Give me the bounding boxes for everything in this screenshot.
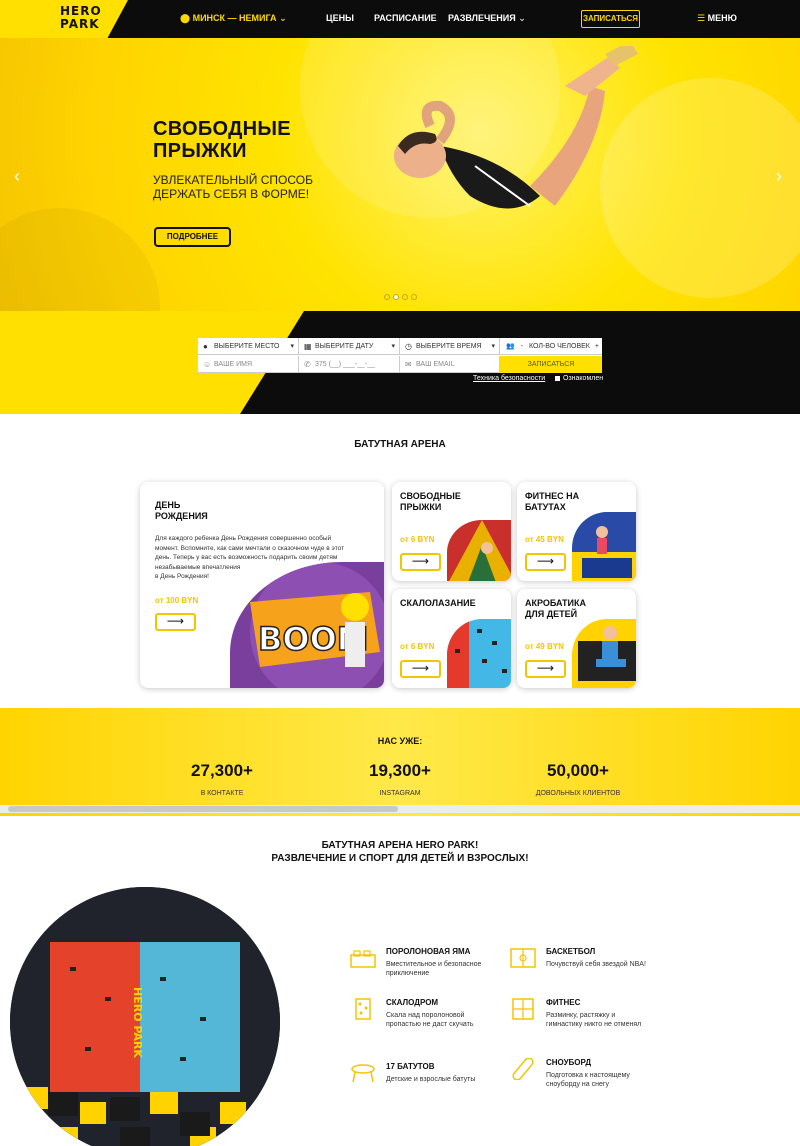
booking-form: ● ВЫБЕРИТЕ МЕСТО ▾ ▦ ВЫБЕРИТЕ ДАТУ ▾ ◷ В…: [198, 338, 602, 373]
safety-link[interactable]: Техника безопасности: [473, 375, 545, 382]
card-price: от 49 BYN: [525, 642, 564, 651]
slider-dots: [384, 294, 417, 300]
stat-instagram-count: 19,300+: [369, 761, 431, 780]
slider-dot-4[interactable]: [411, 294, 417, 300]
fitness-photo: [572, 512, 636, 581]
stat-clients-count: 50,000+: [547, 761, 609, 780]
card-free-jump[interactable]: СВОБОДНЫЕ ПРЫЖКИ от 6 BYN ⟶: [392, 482, 511, 581]
chevron-down-icon: ⌄: [518, 13, 526, 23]
climbing-wall-icon: [355, 998, 371, 1020]
time-select[interactable]: ◷ ВЫБЕРИТЕ ВРЕМЯ ▾: [400, 338, 500, 355]
checkbox-icon: [555, 375, 560, 381]
jumper-photo: [394, 46, 638, 209]
card-arrow-button[interactable]: ⟶: [400, 660, 441, 678]
chevron-down-icon: ▾: [491, 343, 495, 350]
stat-vk-label: В КОНТАКТЕ: [200, 790, 244, 797]
card-birthday[interactable]: ДЕНЬ РОЖДЕНИЯ Для каждого ребенка День Р…: [140, 482, 384, 688]
arena-photo: HERO PARK: [10, 887, 280, 1146]
hamburger-icon: ☰: [697, 13, 706, 23]
hero-decor: [0, 208, 160, 311]
slider-dot-2[interactable]: [393, 294, 399, 300]
site-header: HERO PARK ⬤ МИНСК — НЕМИГА ⌄ ЦЕНЫ РАСПИС…: [0, 0, 800, 38]
more-button[interactable]: ПОДРОБНЕЕ: [154, 227, 231, 247]
foam-pit-icon: [350, 950, 376, 968]
slider-dot-3[interactable]: [402, 294, 408, 300]
scrollbar-thumb[interactable]: [8, 806, 398, 812]
horizontal-scrollbar[interactable]: [0, 805, 800, 813]
card-acrobatics[interactable]: АКРОБАТИКА ДЛЯ ДЕТЕЙ от 49 BYN ⟶: [517, 589, 636, 688]
stat-instagram-label: INSTAGRAM: [379, 790, 421, 797]
phone-icon: ✆: [304, 360, 311, 369]
climbing-photo: [447, 619, 511, 688]
card-climbing[interactable]: СКАЛОЛАЗАНИЕ от 6 BYN ⟶: [392, 589, 511, 688]
basketball-court-icon: [510, 948, 536, 968]
people-plus-button[interactable]: +: [595, 343, 599, 350]
slider-prev-arrow[interactable]: ‹: [14, 166, 20, 187]
nav-entertainment[interactable]: РАЗВЛЕЧЕНИЯ ⌄: [448, 13, 526, 24]
arena-title: БАТУТНАЯ АРЕНА: [354, 439, 446, 450]
people-minus-button[interactable]: -: [521, 343, 523, 350]
hero-subtitle: УВЛЕКАТЕЛЬНЫЙ СПОСОБ ДЕРЖАТЬ СЕБЯ В ФОРМ…: [153, 173, 313, 201]
about-title: БАТУТНАЯ АРЕНА HERO PARK! РАЗВЛЕЧЕНИЕ И …: [271, 840, 529, 864]
signup-button[interactable]: ЗАПИСАТЬСЯ: [581, 10, 640, 28]
chevron-down-icon: ▾: [391, 343, 395, 350]
mail-icon: ✉: [405, 360, 412, 369]
nav-prices[interactable]: ЦЕНЫ: [326, 13, 354, 23]
wall-text: HERO PARK: [131, 987, 144, 1058]
card-arrow-button[interactable]: ⟶: [525, 553, 566, 571]
menu-button[interactable]: ☰ МЕНЮ: [697, 13, 737, 24]
card-arrow-button[interactable]: ⟶: [400, 553, 441, 571]
chevron-down-icon: ▾: [290, 343, 294, 350]
name-field[interactable]: ☺ ВАШЕ ИМЯ: [198, 356, 299, 373]
trampoline-icon: [351, 1064, 375, 1083]
card-arrow-button[interactable]: ⟶: [525, 660, 566, 678]
fitness-mat-icon: [512, 998, 534, 1020]
stats-section: НАС УЖЕ: 27,300+ В КОНТАКТЕ 19,300+ INST…: [0, 708, 800, 816]
user-icon: ☺: [203, 360, 212, 369]
nav-schedule[interactable]: РАСПИСАНИЕ: [374, 13, 437, 23]
booking-submit-button[interactable]: ЗАПИСАТЬСЯ: [500, 356, 602, 373]
booking-section: ● ВЫБЕРИТЕ МЕСТО ▾ ▦ ВЫБЕРИТЕ ДАТУ ▾ ◷ В…: [0, 311, 800, 414]
calendar-icon: ▦: [304, 342, 312, 351]
clock-icon: ◷: [405, 342, 412, 351]
phone-field[interactable]: ✆ 375 (__) ___-__-__: [299, 356, 400, 373]
people-icon: 👥: [506, 343, 515, 350]
agree-checkbox[interactable]: Ознакомлен: [555, 375, 603, 382]
card-fitness[interactable]: ФИТНЕС НА БАТУТАХ от 45 BYN ⟶: [517, 482, 636, 581]
place-select[interactable]: ● ВЫБЕРИТЕ МЕСТО ▾: [198, 338, 299, 355]
card-price: от 45 BYN: [525, 535, 564, 544]
hero-slider: ‹ › СВОБОДНЫЕ ПРЫЖКИ УВЛЕКАТЕЛЬНЫЙ СПОСО…: [0, 38, 800, 311]
location-pin-icon: ●: [203, 342, 208, 351]
slider-next-arrow[interactable]: ›: [776, 166, 782, 187]
acrobatics-photo: [572, 619, 636, 688]
slider-dot-1[interactable]: [384, 294, 390, 300]
card-price: от 100 BYN: [155, 596, 199, 605]
snowboard-icon: [512, 1058, 534, 1080]
free-jump-photo: [447, 520, 511, 581]
date-select[interactable]: ▦ ВЫБЕРИТЕ ДАТУ ▾: [299, 338, 400, 355]
city-selector[interactable]: ⬤ МИНСК — НЕМИГА ⌄: [180, 13, 287, 24]
stat-vk-count: 27,300+: [191, 761, 253, 780]
card-price: от 6 BYN: [400, 642, 435, 651]
stats-title: НАС УЖЕ:: [377, 736, 423, 746]
stat-clients-label: ДОВОЛЬНЫХ КЛИЕНТОВ: [535, 790, 621, 797]
card-arrow-button[interactable]: ⟶: [155, 613, 196, 631]
location-pin-icon: ⬤: [180, 13, 191, 23]
chevron-down-icon: ⌄: [279, 13, 287, 23]
logo[interactable]: HERO PARK: [60, 5, 102, 31]
hero-title: СВОБОДНЫЕ ПРЫЖКИ: [153, 118, 291, 162]
people-counter: 👥 - КОЛ-ВО ЧЕЛОВЕК +: [500, 338, 602, 355]
card-price: от 6 BYN: [400, 535, 435, 544]
email-field[interactable]: ✉ ВАШ EMAIL: [400, 356, 500, 373]
